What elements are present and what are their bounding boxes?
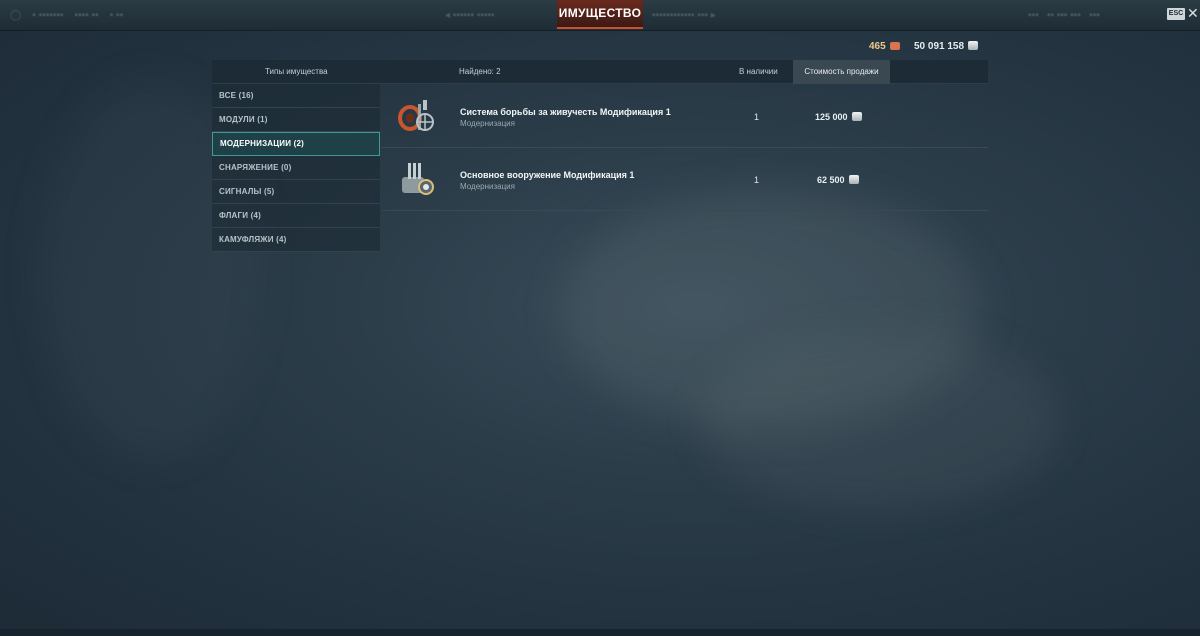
doubloon-icon <box>889 42 900 50</box>
sidebar-item-camouflages[interactable]: КАМУФЛЯЖИ (4) <box>212 228 380 252</box>
sidebar-item-upgrades[interactable]: МОДЕРНИЗАЦИИ (2) <box>212 132 380 156</box>
faded-header-content: ◂ ▪▪▪▪▪▪ ▪▪▪▪▪ <box>445 10 495 21</box>
credits-icon <box>968 41 979 50</box>
main-battery-upgrade-icon <box>402 163 434 195</box>
stock-column-header[interactable]: В наличии <box>739 60 778 84</box>
item-name: Система борьбы за живучесть Модификация … <box>460 107 671 117</box>
sidebar-item-flags[interactable]: ФЛАГИ (4) <box>212 204 380 228</box>
types-column-header: Типы имущества <box>265 67 328 76</box>
item-type: Модернизация <box>460 182 515 191</box>
credits-amount: 50 091 158 <box>914 41 965 52</box>
sidebar-item-signals[interactable]: СИГНАЛЫ (5) <box>212 180 380 204</box>
doubloons-amount: 465 <box>869 41 886 52</box>
esc-button[interactable]: ESC <box>1167 8 1185 20</box>
faded-header-content: ◯ ▪ ▪▪▪▪▪▪▪ ▪▪▪▪ ▪▪ ▪ ▪▪ <box>10 10 124 21</box>
item-stock: 1 <box>754 175 760 185</box>
bottom-bar <box>0 629 1200 636</box>
sidebar-item-modules[interactable]: МОДУЛИ (1) <box>212 108 380 132</box>
close-icon[interactable]: ✕ <box>1187 5 1199 21</box>
property-types-sidebar: ВСЕ (16) МОДУЛИ (1) МОДЕРНИЗАЦИИ (2) СНА… <box>212 84 380 252</box>
credits-icon <box>851 112 862 121</box>
window-title-tab: ИМУЩЕСТВО <box>557 0 643 29</box>
faded-header-content: ▪▪▪▪▪▪▪▪▪▪▪▪ ▪▪▪ ▸ <box>652 10 716 21</box>
faded-header-content: ▪▪▪ ▪▪ ▪▪▪ ▪▪▪ ▪▪▪ <box>1028 10 1100 21</box>
table-row[interactable]: Система борьбы за живучесть Модификация … <box>382 86 988 148</box>
sell-price-column-header[interactable]: Стоимость продажи <box>793 60 890 84</box>
background-blur <box>700 330 1060 510</box>
item-stock: 1 <box>754 112 760 122</box>
credits-icon <box>848 175 859 184</box>
sidebar-item-all[interactable]: ВСЕ (16) <box>212 84 380 108</box>
background-blur <box>560 190 980 430</box>
found-count: Найдено: 2 <box>459 67 501 76</box>
doubloons-balance: 465 <box>869 41 900 52</box>
item-name: Основное вооружение Модификация 1 <box>460 170 635 180</box>
damage-control-upgrade-icon <box>398 100 434 131</box>
sidebar-item-consumables[interactable]: СНАРЯЖЕНИЕ (0) <box>212 156 380 180</box>
table-row[interactable]: Основное вооружение Модификация 1 Модерн… <box>382 149 988 211</box>
table-header: Типы имущества Найдено: 2 В наличии Стои… <box>212 60 988 84</box>
item-price: 125 000 <box>815 112 862 122</box>
item-price: 62 500 <box>817 175 859 185</box>
top-bar: ◯ ▪ ▪▪▪▪▪▪▪ ▪▪▪▪ ▪▪ ▪ ▪▪ ◂ ▪▪▪▪▪▪ ▪▪▪▪▪ … <box>0 0 1200 31</box>
credits-balance: 50 091 158 <box>914 41 979 52</box>
item-type: Модернизация <box>460 119 515 128</box>
